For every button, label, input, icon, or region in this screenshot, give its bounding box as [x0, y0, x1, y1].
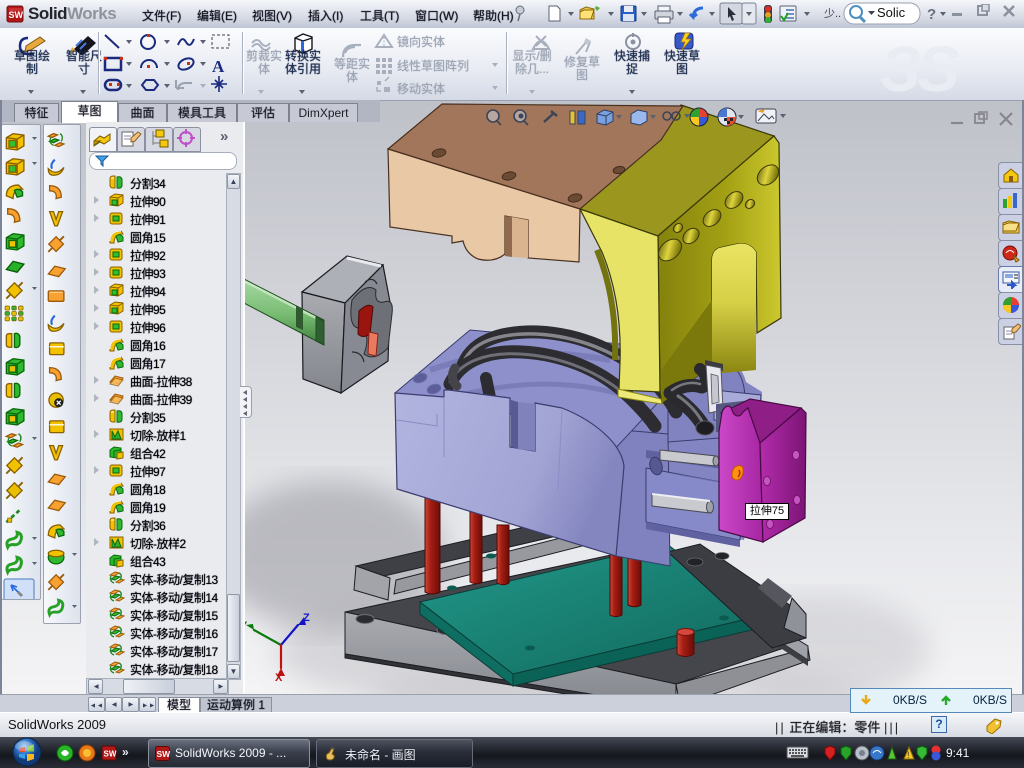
- svg-text:!: !: [907, 750, 910, 760]
- svg-text:SW: SW: [157, 749, 171, 759]
- svg-text:?: ?: [927, 6, 936, 23]
- svg-text:»: »: [122, 745, 129, 759]
- svg-text:SW: SW: [9, 10, 24, 20]
- svg-text:SW: SW: [104, 750, 117, 759]
- svg-text:Solic: Solic: [877, 5, 906, 20]
- svg-text:Z: Z: [303, 612, 310, 624]
- svg-text:A: A: [212, 57, 225, 76]
- svg-text:少..: 少..: [824, 7, 841, 20]
- svg-text:X: X: [275, 672, 283, 684]
